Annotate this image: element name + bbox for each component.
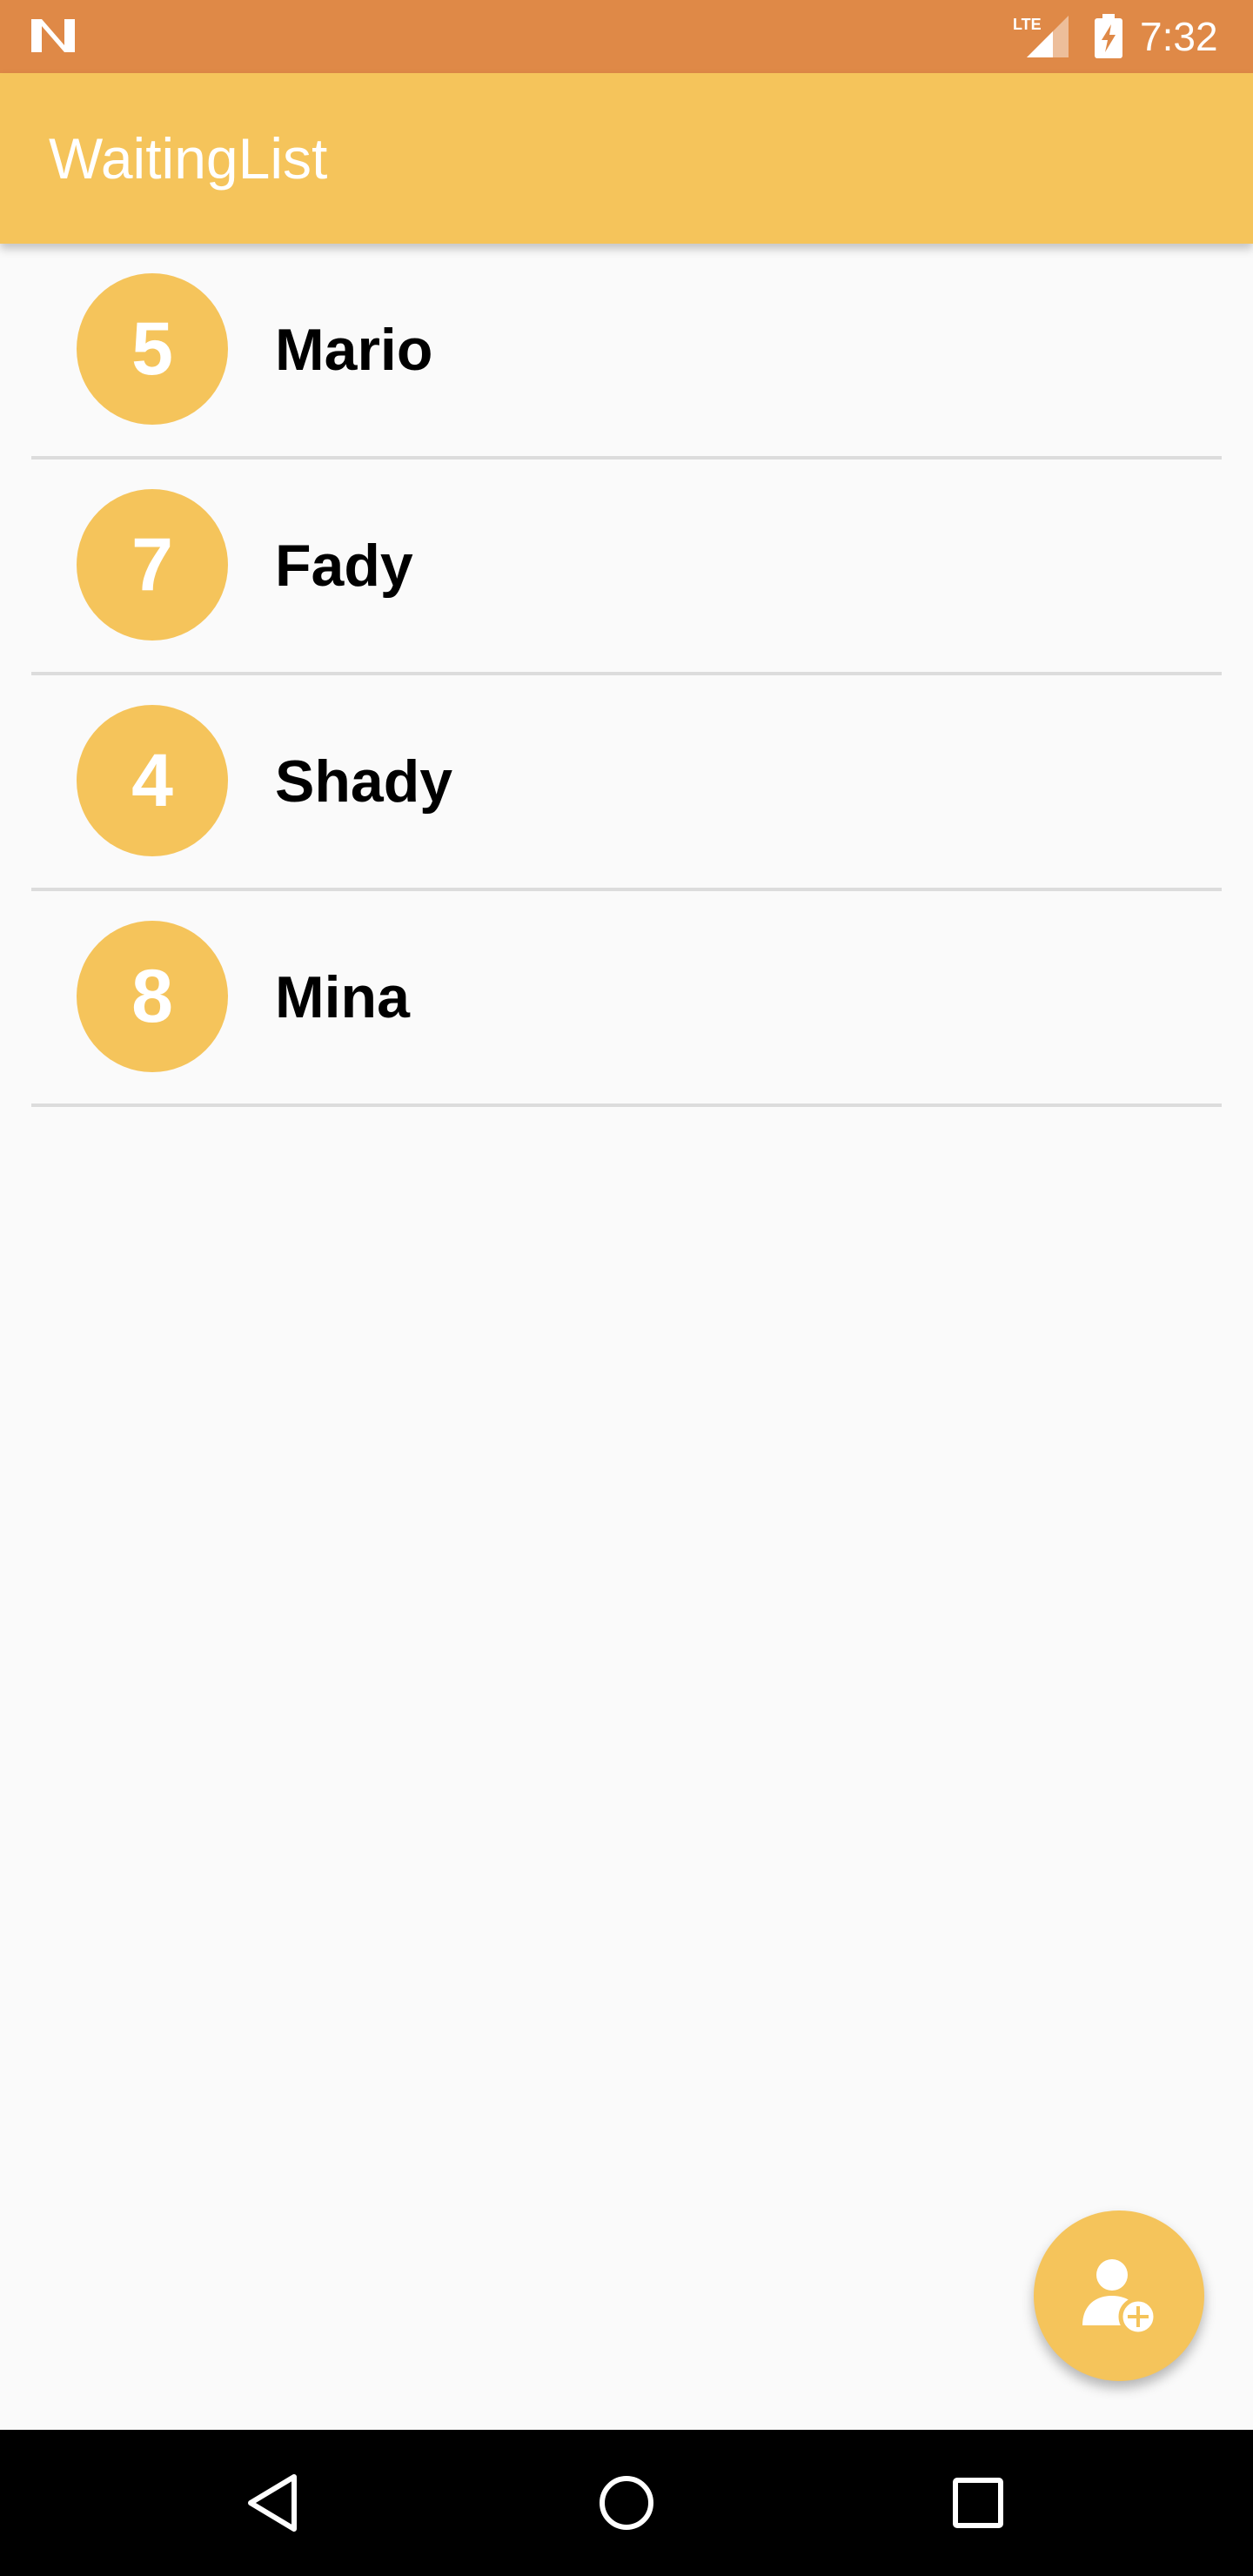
guest-name: Mario: [275, 317, 433, 383]
party-size-badge: 4: [77, 705, 228, 856]
guest-row[interactable]: 5 Mario: [0, 244, 1253, 460]
status-bar: LTE 7:32: [0, 0, 1253, 73]
guest-row[interactable]: 8 Mina: [0, 891, 1253, 1107]
party-size-badge: 8: [77, 921, 228, 1072]
battery-charging-icon: [1095, 14, 1122, 58]
lte-signal-icon: LTE: [1013, 16, 1069, 57]
guest-row[interactable]: 7 Fady: [0, 460, 1253, 675]
back-icon[interactable]: [240, 2468, 310, 2538]
guest-name: Shady: [275, 748, 453, 815]
status-clock: 7:32: [1140, 14, 1218, 59]
guest-name: Mina: [275, 964, 410, 1030]
n-icon: [31, 19, 75, 52]
add-person-icon: [1082, 2259, 1158, 2336]
recents-icon[interactable]: [943, 2468, 1013, 2538]
guest-row[interactable]: 4 Shady: [0, 675, 1253, 891]
guest-name: Fady: [275, 533, 413, 599]
add-guest-button[interactable]: [1034, 2210, 1204, 2381]
home-icon[interactable]: [592, 2468, 661, 2538]
app-bar: WaitingList: [0, 73, 1253, 244]
waiting-list: 5 Mario 7 Fady 4 Shady 8 Mina: [0, 244, 1253, 1107]
navigation-bar: [0, 2430, 1253, 2576]
screen: LTE 7:32 WaitingList 5 Mario 7 Fady 4 Sh…: [0, 0, 1253, 2576]
svg-text:LTE: LTE: [1013, 16, 1042, 33]
party-size-badge: 5: [77, 273, 228, 425]
app-title: WaitingList: [49, 126, 328, 191]
party-size-badge: 7: [77, 489, 228, 641]
divider: [31, 1104, 1222, 1107]
